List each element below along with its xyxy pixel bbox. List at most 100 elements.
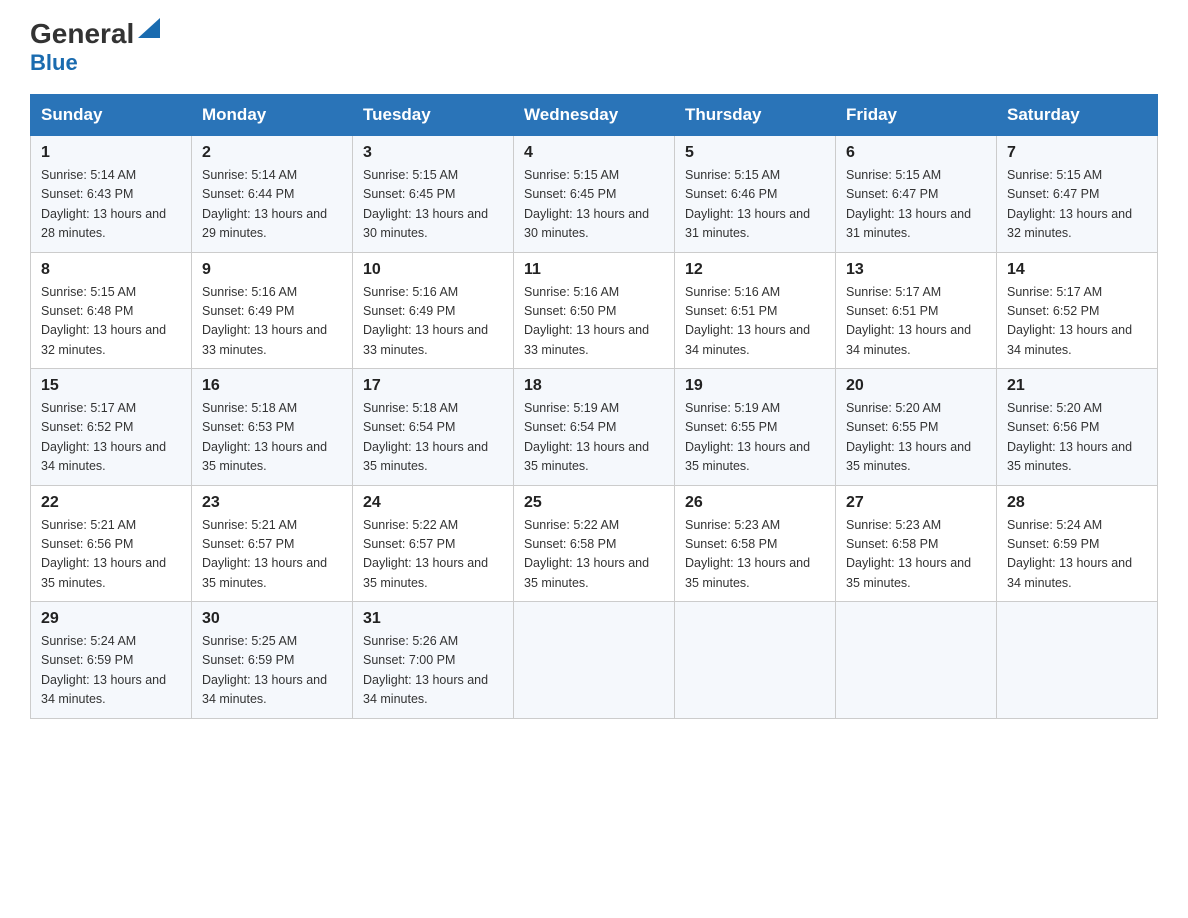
- day-number: 23: [202, 494, 342, 512]
- day-number: 15: [41, 377, 181, 395]
- day-info: Sunrise: 5:17 AMSunset: 6:51 PMDaylight:…: [846, 283, 986, 361]
- day-info: Sunrise: 5:18 AMSunset: 6:53 PMDaylight:…: [202, 399, 342, 477]
- calendar-cell: 8 Sunrise: 5:15 AMSunset: 6:48 PMDayligh…: [31, 252, 192, 369]
- day-number: 4: [524, 144, 664, 162]
- day-number: 28: [1007, 494, 1147, 512]
- calendar-cell: 4 Sunrise: 5:15 AMSunset: 6:45 PMDayligh…: [514, 136, 675, 253]
- day-number: 14: [1007, 261, 1147, 279]
- calendar-cell: 15 Sunrise: 5:17 AMSunset: 6:52 PMDaylig…: [31, 369, 192, 486]
- calendar-cell: 11 Sunrise: 5:16 AMSunset: 6:50 PMDaylig…: [514, 252, 675, 369]
- calendar-cell: 16 Sunrise: 5:18 AMSunset: 6:53 PMDaylig…: [192, 369, 353, 486]
- day-info: Sunrise: 5:15 AMSunset: 6:47 PMDaylight:…: [1007, 166, 1147, 244]
- calendar-cell: [997, 602, 1158, 719]
- calendar-cell: 5 Sunrise: 5:15 AMSunset: 6:46 PMDayligh…: [675, 136, 836, 253]
- day-info: Sunrise: 5:19 AMSunset: 6:55 PMDaylight:…: [685, 399, 825, 477]
- day-info: Sunrise: 5:16 AMSunset: 6:49 PMDaylight:…: [363, 283, 503, 361]
- day-number: 21: [1007, 377, 1147, 395]
- calendar-body: 1 Sunrise: 5:14 AMSunset: 6:43 PMDayligh…: [31, 136, 1158, 719]
- calendar-cell: 9 Sunrise: 5:16 AMSunset: 6:49 PMDayligh…: [192, 252, 353, 369]
- day-info: Sunrise: 5:22 AMSunset: 6:57 PMDaylight:…: [363, 516, 503, 594]
- day-number: 7: [1007, 144, 1147, 162]
- calendar-cell: 12 Sunrise: 5:16 AMSunset: 6:51 PMDaylig…: [675, 252, 836, 369]
- calendar-cell: 23 Sunrise: 5:21 AMSunset: 6:57 PMDaylig…: [192, 485, 353, 602]
- weekday-header-friday: Friday: [836, 95, 997, 136]
- calendar-cell: 25 Sunrise: 5:22 AMSunset: 6:58 PMDaylig…: [514, 485, 675, 602]
- day-info: Sunrise: 5:16 AMSunset: 6:51 PMDaylight:…: [685, 283, 825, 361]
- day-number: 13: [846, 261, 986, 279]
- day-info: Sunrise: 5:19 AMSunset: 6:54 PMDaylight:…: [524, 399, 664, 477]
- calendar-cell: [675, 602, 836, 719]
- calendar-cell: 30 Sunrise: 5:25 AMSunset: 6:59 PMDaylig…: [192, 602, 353, 719]
- page-header: General Blue: [30, 20, 1158, 76]
- weekday-header-wednesday: Wednesday: [514, 95, 675, 136]
- day-number: 19: [685, 377, 825, 395]
- day-info: Sunrise: 5:15 AMSunset: 6:48 PMDaylight:…: [41, 283, 181, 361]
- logo-triangle-icon: [138, 18, 160, 38]
- day-info: Sunrise: 5:18 AMSunset: 6:54 PMDaylight:…: [363, 399, 503, 477]
- calendar-cell: 24 Sunrise: 5:22 AMSunset: 6:57 PMDaylig…: [353, 485, 514, 602]
- day-info: Sunrise: 5:15 AMSunset: 6:46 PMDaylight:…: [685, 166, 825, 244]
- day-info: Sunrise: 5:24 AMSunset: 6:59 PMDaylight:…: [41, 632, 181, 710]
- day-info: Sunrise: 5:14 AMSunset: 6:44 PMDaylight:…: [202, 166, 342, 244]
- calendar-table: SundayMondayTuesdayWednesdayThursdayFrid…: [30, 94, 1158, 719]
- day-number: 25: [524, 494, 664, 512]
- day-number: 24: [363, 494, 503, 512]
- calendar-cell: 19 Sunrise: 5:19 AMSunset: 6:55 PMDaylig…: [675, 369, 836, 486]
- calendar-cell: 27 Sunrise: 5:23 AMSunset: 6:58 PMDaylig…: [836, 485, 997, 602]
- day-number: 3: [363, 144, 503, 162]
- day-info: Sunrise: 5:16 AMSunset: 6:50 PMDaylight:…: [524, 283, 664, 361]
- calendar-week-row: 8 Sunrise: 5:15 AMSunset: 6:48 PMDayligh…: [31, 252, 1158, 369]
- weekday-header-row: SundayMondayTuesdayWednesdayThursdayFrid…: [31, 95, 1158, 136]
- day-number: 1: [41, 144, 181, 162]
- day-number: 10: [363, 261, 503, 279]
- day-info: Sunrise: 5:15 AMSunset: 6:45 PMDaylight:…: [363, 166, 503, 244]
- day-number: 16: [202, 377, 342, 395]
- calendar-cell: 28 Sunrise: 5:24 AMSunset: 6:59 PMDaylig…: [997, 485, 1158, 602]
- day-info: Sunrise: 5:15 AMSunset: 6:45 PMDaylight:…: [524, 166, 664, 244]
- calendar-week-row: 29 Sunrise: 5:24 AMSunset: 6:59 PMDaylig…: [31, 602, 1158, 719]
- weekday-header-thursday: Thursday: [675, 95, 836, 136]
- day-number: 6: [846, 144, 986, 162]
- calendar-cell: 29 Sunrise: 5:24 AMSunset: 6:59 PMDaylig…: [31, 602, 192, 719]
- calendar-cell: 13 Sunrise: 5:17 AMSunset: 6:51 PMDaylig…: [836, 252, 997, 369]
- day-number: 22: [41, 494, 181, 512]
- day-number: 9: [202, 261, 342, 279]
- calendar-cell: 17 Sunrise: 5:18 AMSunset: 6:54 PMDaylig…: [353, 369, 514, 486]
- day-info: Sunrise: 5:20 AMSunset: 6:56 PMDaylight:…: [1007, 399, 1147, 477]
- calendar-cell: 6 Sunrise: 5:15 AMSunset: 6:47 PMDayligh…: [836, 136, 997, 253]
- logo-blue: Blue: [30, 50, 78, 76]
- day-number: 29: [41, 610, 181, 628]
- calendar-cell: 2 Sunrise: 5:14 AMSunset: 6:44 PMDayligh…: [192, 136, 353, 253]
- day-number: 31: [363, 610, 503, 628]
- calendar-cell: 7 Sunrise: 5:15 AMSunset: 6:47 PMDayligh…: [997, 136, 1158, 253]
- calendar-week-row: 15 Sunrise: 5:17 AMSunset: 6:52 PMDaylig…: [31, 369, 1158, 486]
- day-info: Sunrise: 5:25 AMSunset: 6:59 PMDaylight:…: [202, 632, 342, 710]
- day-number: 17: [363, 377, 503, 395]
- calendar-cell: 21 Sunrise: 5:20 AMSunset: 6:56 PMDaylig…: [997, 369, 1158, 486]
- day-number: 5: [685, 144, 825, 162]
- calendar-week-row: 1 Sunrise: 5:14 AMSunset: 6:43 PMDayligh…: [31, 136, 1158, 253]
- day-number: 30: [202, 610, 342, 628]
- calendar-cell: 14 Sunrise: 5:17 AMSunset: 6:52 PMDaylig…: [997, 252, 1158, 369]
- day-info: Sunrise: 5:17 AMSunset: 6:52 PMDaylight:…: [1007, 283, 1147, 361]
- day-info: Sunrise: 5:23 AMSunset: 6:58 PMDaylight:…: [685, 516, 825, 594]
- weekday-header-monday: Monday: [192, 95, 353, 136]
- day-info: Sunrise: 5:26 AMSunset: 7:00 PMDaylight:…: [363, 632, 503, 710]
- calendar-week-row: 22 Sunrise: 5:21 AMSunset: 6:56 PMDaylig…: [31, 485, 1158, 602]
- day-number: 20: [846, 377, 986, 395]
- day-info: Sunrise: 5:22 AMSunset: 6:58 PMDaylight:…: [524, 516, 664, 594]
- day-info: Sunrise: 5:21 AMSunset: 6:57 PMDaylight:…: [202, 516, 342, 594]
- logo-general: General: [30, 20, 134, 48]
- calendar-cell: 22 Sunrise: 5:21 AMSunset: 6:56 PMDaylig…: [31, 485, 192, 602]
- day-info: Sunrise: 5:16 AMSunset: 6:49 PMDaylight:…: [202, 283, 342, 361]
- day-info: Sunrise: 5:17 AMSunset: 6:52 PMDaylight:…: [41, 399, 181, 477]
- day-info: Sunrise: 5:14 AMSunset: 6:43 PMDaylight:…: [41, 166, 181, 244]
- calendar-cell: 18 Sunrise: 5:19 AMSunset: 6:54 PMDaylig…: [514, 369, 675, 486]
- weekday-header-tuesday: Tuesday: [353, 95, 514, 136]
- day-number: 12: [685, 261, 825, 279]
- day-number: 11: [524, 261, 664, 279]
- day-info: Sunrise: 5:20 AMSunset: 6:55 PMDaylight:…: [846, 399, 986, 477]
- logo: General Blue: [30, 20, 160, 76]
- day-info: Sunrise: 5:24 AMSunset: 6:59 PMDaylight:…: [1007, 516, 1147, 594]
- calendar-cell: [836, 602, 997, 719]
